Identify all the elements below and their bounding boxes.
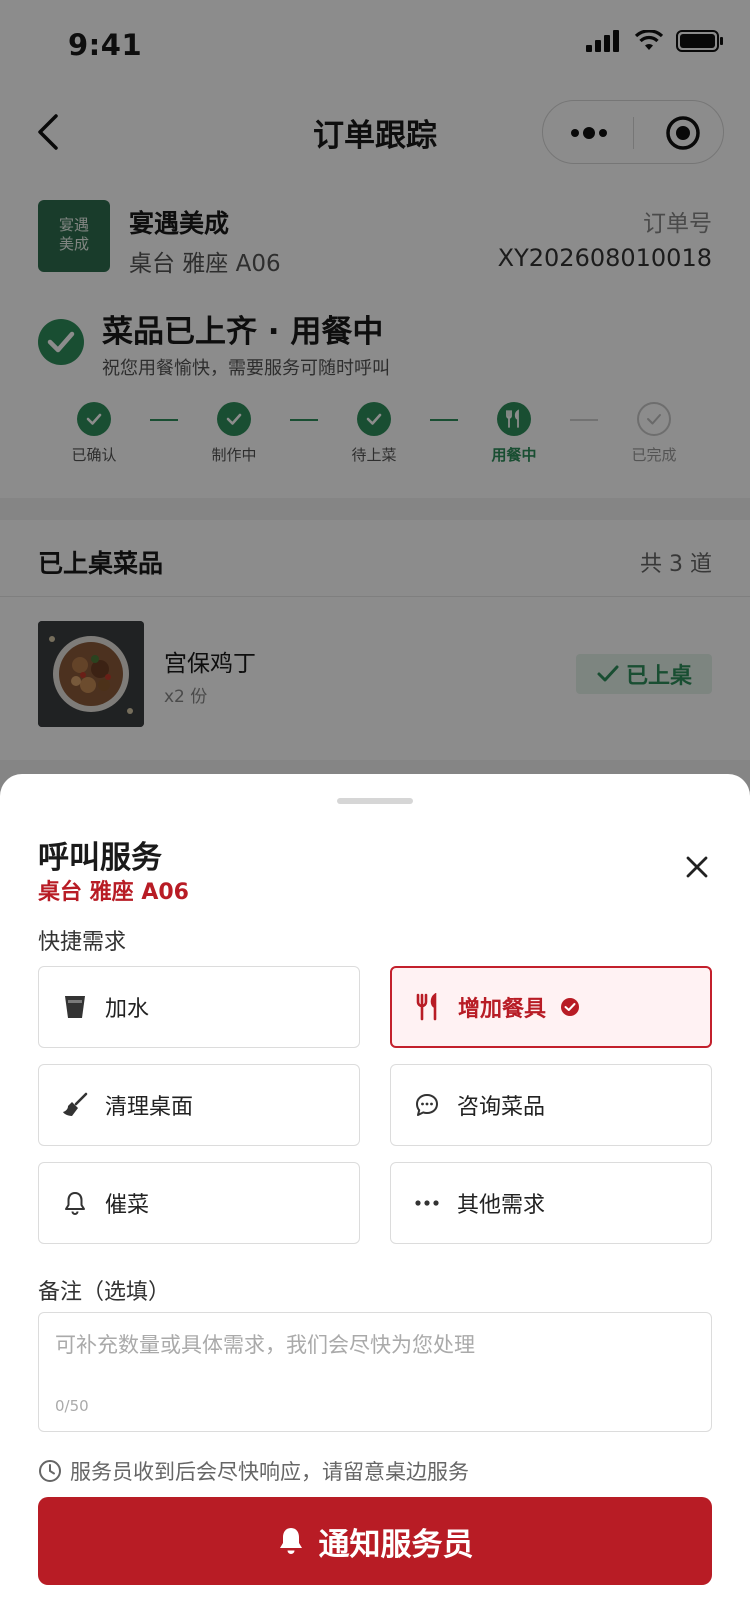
- remark-input[interactable]: [55, 1329, 695, 1389]
- utensils-icon: [414, 993, 442, 1021]
- cup-icon: [61, 993, 89, 1021]
- option-add-utensils[interactable]: 增加餐具: [390, 966, 712, 1048]
- call-service-sheet: 呼叫服务 桌台 雅座 A06 快捷需求 加水 增加餐具 清理桌面 咨询菜品 催菜…: [0, 774, 750, 1624]
- option-hurry-dish[interactable]: 催菜: [38, 1162, 360, 1244]
- sheet-table-label: 桌台 雅座 A06: [38, 880, 189, 905]
- response-hint-text: 服务员收到后会尽快响应，请留意桌边服务: [70, 1460, 469, 1484]
- response-hint: 服务员收到后会尽快响应，请留意桌边服务: [38, 1456, 469, 1486]
- option-clean-table[interactable]: 清理桌面: [38, 1064, 360, 1146]
- more-icon: [413, 1189, 441, 1217]
- chat-icon: [413, 1091, 441, 1119]
- option-label: 咨询菜品: [457, 1095, 546, 1120]
- broom-icon: [61, 1091, 89, 1119]
- order-tracking-page: 9:41 订单跟踪 宴遇 美成 宴遇美成 桌台 雅座 A06 订单号 XY202…: [0, 0, 750, 1624]
- remark-char-count: 0/50: [55, 1397, 89, 1415]
- quick-needs-label: 快捷需求: [38, 930, 127, 955]
- notify-waiter-button[interactable]: 通知服务员: [38, 1497, 712, 1585]
- option-ask-dish[interactable]: 咨询菜品: [390, 1064, 712, 1146]
- sheet-grabber[interactable]: [337, 798, 413, 804]
- bell-icon: [279, 1528, 302, 1554]
- option-label: 催菜: [105, 1193, 150, 1218]
- clock-icon: [39, 1460, 61, 1482]
- option-label: 增加餐具: [458, 997, 547, 1022]
- notify-waiter-label: 通知服务员: [318, 1526, 474, 1563]
- option-label: 清理桌面: [105, 1095, 194, 1120]
- remark-field: 0/50: [38, 1312, 712, 1432]
- sheet-title: 呼叫服务: [38, 840, 162, 876]
- option-label: 加水: [105, 997, 150, 1022]
- close-icon: [686, 856, 708, 878]
- close-button[interactable]: [682, 852, 712, 882]
- selected-check-icon: [561, 998, 580, 1016]
- remark-label: 备注（选填）: [38, 1280, 171, 1305]
- option-label: 其他需求: [457, 1193, 546, 1218]
- option-other-needs[interactable]: 其他需求: [390, 1162, 712, 1244]
- bell-icon: [61, 1189, 89, 1217]
- option-add-water[interactable]: 加水: [38, 966, 360, 1048]
